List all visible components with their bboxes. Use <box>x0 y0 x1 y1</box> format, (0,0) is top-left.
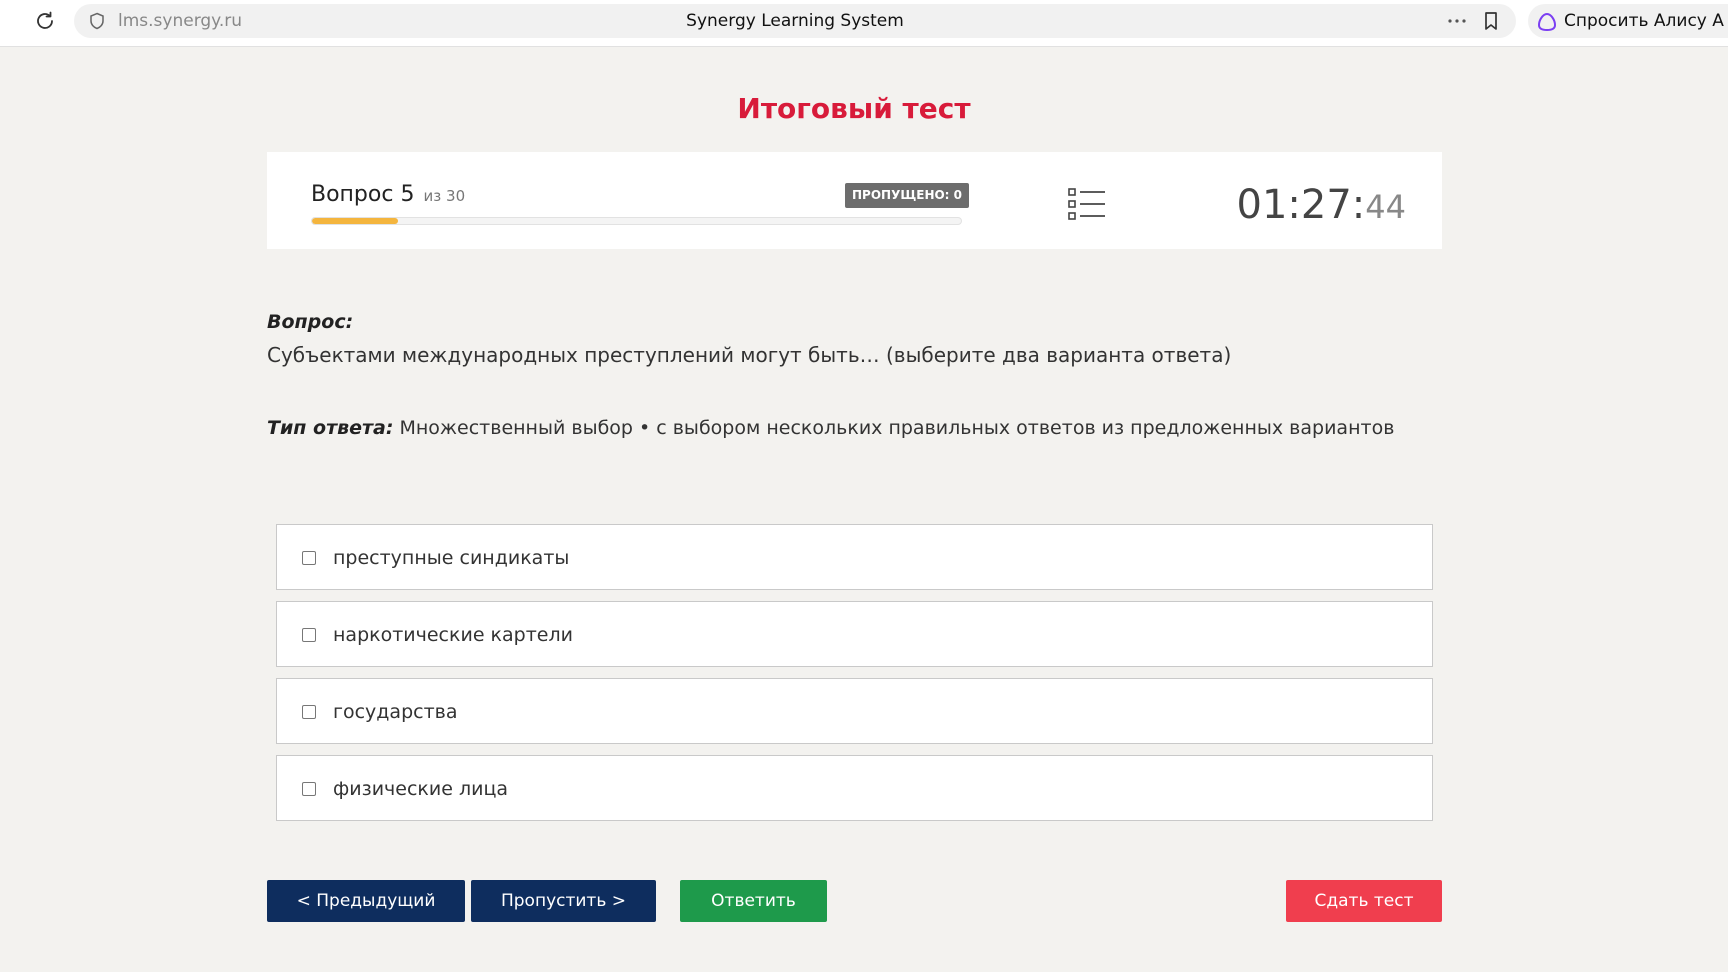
answer-options: преступные синдикаты наркотические карте… <box>276 524 1433 832</box>
answer-type-label: Тип ответа: <box>267 417 394 439</box>
progress-bar-fill <box>312 218 399 224</box>
progress-bar <box>311 217 962 225</box>
option-checkbox[interactable] <box>302 551 316 565</box>
skip-button[interactable]: Пропустить > <box>471 880 656 922</box>
finish-test-button[interactable]: Сдать тест <box>1286 880 1442 922</box>
answer-type: Тип ответа: Множественный выбор • с выбо… <box>267 417 1394 439</box>
previous-button[interactable]: < Предыдущий <box>267 880 465 922</box>
answer-option[interactable]: преступные синдикаты <box>276 524 1433 590</box>
option-label: физические лица <box>333 778 509 800</box>
question-counter: Вопрос 5 из 30 <box>311 182 465 207</box>
progress-panel: Вопрос 5 из 30 ПРОПУЩЕНО: 0 01:27:44 <box>267 152 1442 249</box>
question-list-icon[interactable] <box>1067 186 1107 222</box>
alice-assistant-button[interactable]: Спросить Алису А <box>1528 4 1728 38</box>
browser-toolbar: lms.synergy.ru Synergy Learning System С… <box>0 0 1728 47</box>
option-label: наркотические картели <box>333 624 573 646</box>
option-checkbox[interactable] <box>302 705 316 719</box>
answer-option[interactable]: государства <box>276 678 1433 744</box>
answer-option[interactable]: физические лица <box>276 755 1433 821</box>
alice-icon <box>1537 12 1557 32</box>
question-number: Вопрос 5 <box>311 182 415 207</box>
alice-label: Спросить Алису А <box>1564 11 1724 31</box>
answer-type-value: Множественный выбор • с выбором нескольк… <box>399 417 1395 439</box>
option-label: государства <box>333 701 458 723</box>
address-bar[interactable]: lms.synergy.ru Synergy Learning System <box>74 4 1516 38</box>
timer: 01:27:44 <box>1237 182 1406 228</box>
page-title: Итоговый тест <box>737 92 971 125</box>
question-total: из 30 <box>423 187 466 205</box>
answer-option[interactable]: наркотические картели <box>276 601 1433 667</box>
answer-button[interactable]: Ответить <box>680 880 827 922</box>
option-label: преступные синдикаты <box>333 547 570 569</box>
bookmark-icon[interactable] <box>1480 10 1502 32</box>
page-tab-title: Synergy Learning System <box>686 11 904 31</box>
option-checkbox[interactable] <box>302 628 316 642</box>
option-checkbox[interactable] <box>302 782 316 796</box>
timer-main: 01:27: <box>1236 182 1366 228</box>
question-text: Субъектами международных преступлений мо… <box>267 343 1232 367</box>
timer-seconds: 44 <box>1365 188 1406 226</box>
skipped-badge: ПРОПУЩЕНО: 0 <box>845 183 970 208</box>
reload-icon[interactable] <box>33 9 57 33</box>
question-label: Вопрос: <box>267 311 354 333</box>
more-options-icon[interactable] <box>1446 12 1468 30</box>
